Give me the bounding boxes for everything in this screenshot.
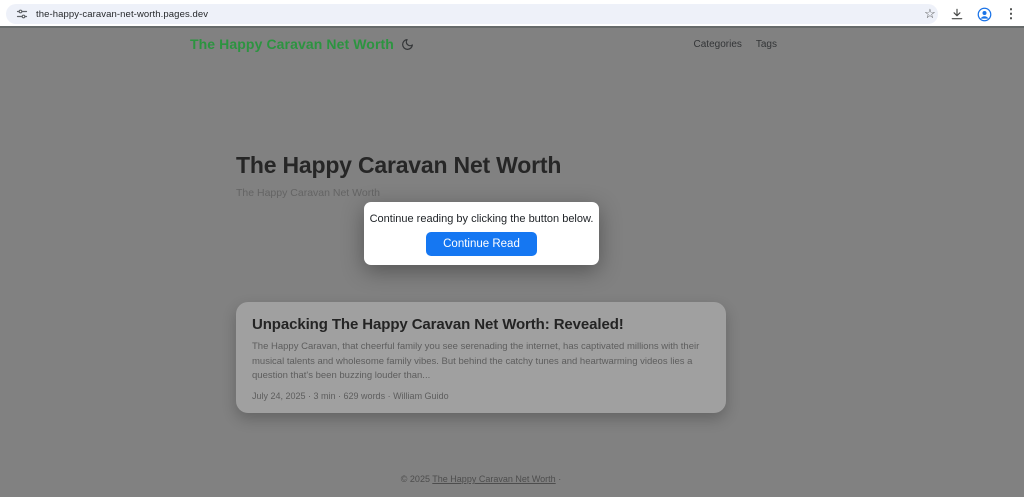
footer-suffix: · <box>558 474 561 484</box>
browser-actions: ☆ ⋮ <box>921 0 1022 28</box>
site-header: The Happy Caravan Net Worth Categories T… <box>0 30 1024 64</box>
nav-categories[interactable]: Categories <box>694 39 742 50</box>
url-bar[interactable]: the-happy-caravan-net-worth.pages.dev <box>6 4 938 24</box>
bookmark-star-icon[interactable]: ☆ <box>921 5 939 23</box>
article-title: Unpacking The Happy Caravan Net Worth: R… <box>252 316 710 333</box>
article-excerpt: The Happy Caravan, that cheerful family … <box>252 340 710 384</box>
nav-tags[interactable]: Tags <box>756 39 777 50</box>
continue-reading-modal: Continue reading by clicking the button … <box>364 202 599 265</box>
site-title-link[interactable]: The Happy Caravan Net Worth <box>190 36 414 52</box>
site-title: The Happy Caravan Net Worth <box>190 36 394 52</box>
article-card[interactable]: Unpacking The Happy Caravan Net Worth: R… <box>236 302 726 413</box>
continue-read-button[interactable]: Continue Read <box>426 232 537 256</box>
article-meta: July 24, 2025 · 3 min · 629 words · Will… <box>252 391 710 401</box>
modal-message: Continue reading by clicking the button … <box>370 213 594 225</box>
profile-icon[interactable] <box>975 5 993 23</box>
site-controls-icon[interactable] <box>16 8 28 20</box>
dark-mode-moon-icon[interactable] <box>401 38 414 51</box>
top-nav: Categories Tags <box>694 39 777 50</box>
footer-copyright: © 2025 <box>401 474 430 484</box>
footer: © 2025 The Happy Caravan Net Worth · <box>236 474 726 484</box>
browser-toolbar: the-happy-caravan-net-worth.pages.dev ☆ … <box>0 0 1024 28</box>
browser-menu-icon[interactable]: ⋮ <box>1002 5 1020 23</box>
url-text: the-happy-caravan-net-worth.pages.dev <box>36 9 208 20</box>
page-title: The Happy Caravan Net Worth <box>236 152 561 179</box>
footer-site-link[interactable]: The Happy Caravan Net Worth <box>432 474 555 484</box>
download-icon[interactable] <box>948 5 966 23</box>
page-subtitle: The Happy Caravan Net Worth <box>236 187 380 199</box>
